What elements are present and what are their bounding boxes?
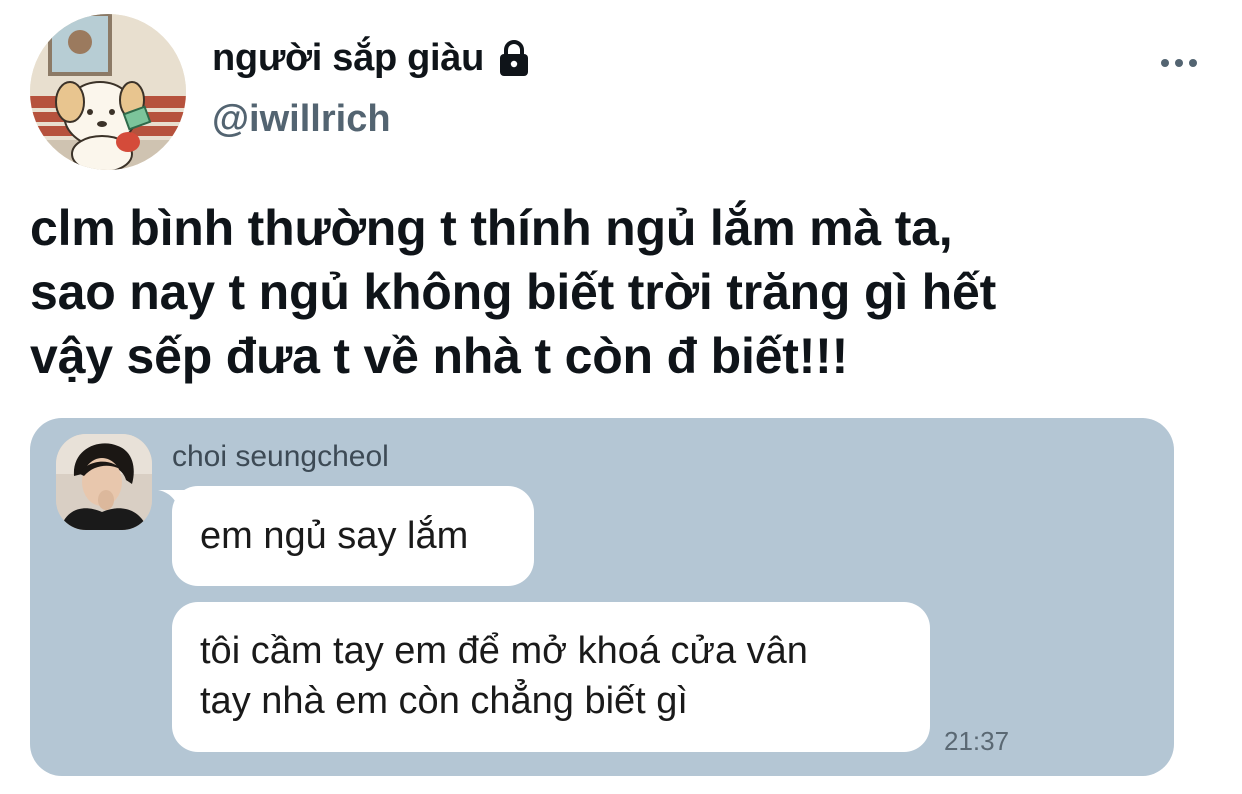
sender-name: choi seungcheol (172, 440, 389, 473)
author-handle[interactable]: @iwillrich (212, 98, 391, 141)
more-horizontal-icon (1189, 59, 1197, 67)
message-text-line: tay nhà em còn chẳng biết gì (200, 680, 688, 722)
message-text-line: tôi cầm tay em để mở khoá cửa vân (200, 630, 808, 672)
tweet-text-line: vậy sếp đưa t về nhà t còn đ biết!!! (30, 328, 849, 384)
tweet-text: clm bình thường t thính ngủ lắm mà ta, s… (30, 196, 1220, 388)
tweet: người sắp giàu @iwillrich clm bình thườn… (0, 0, 1242, 794)
tweet-text-line: clm bình thường t thính ngủ lắm mà ta, (30, 200, 953, 256)
more-horizontal-icon (1161, 59, 1169, 67)
tweet-text-line: sao nay t ngủ không biết trời trăng gì h… (30, 264, 997, 320)
message-text: em ngủ say lắm (200, 515, 469, 557)
more-horizontal-icon (1175, 59, 1183, 67)
message-bubble: em ngủ say lắm (172, 486, 534, 586)
author-name-row: người sắp giàu (212, 34, 534, 82)
author-display-name[interactable]: người sắp giàu (212, 37, 484, 80)
cartoon-dog-avatar-icon (30, 14, 186, 170)
person-photo-avatar-icon (56, 434, 152, 530)
more-options-button[interactable] (1154, 48, 1204, 78)
lock-icon (494, 38, 534, 78)
message-bubble: tôi cầm tay em để mở khoá cửa vân tay nh… (172, 602, 930, 752)
sender-avatar (56, 434, 152, 530)
message-timestamp: 21:37 (944, 726, 1010, 756)
author-avatar[interactable] (30, 14, 186, 170)
attached-chat-image[interactable]: choi seungcheol em ngủ say lắm tôi cầm t… (30, 418, 1174, 776)
